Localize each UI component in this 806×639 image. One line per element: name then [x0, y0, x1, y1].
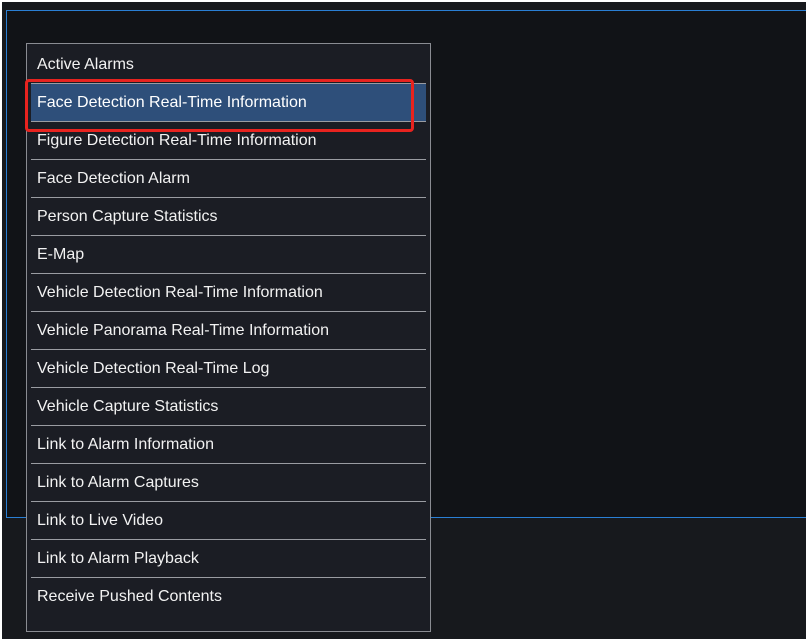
context-menu: Active Alarms Face Detection Real-Time I… — [26, 43, 431, 632]
menu-item-face-detection-real-time-information[interactable]: Face Detection Real-Time Information — [31, 84, 426, 122]
menu-item-figure-detection-real-time-information[interactable]: Figure Detection Real-Time Information — [31, 122, 426, 160]
menu-item-link-to-alarm-playback[interactable]: Link to Alarm Playback — [31, 540, 426, 578]
menu-item-e-map[interactable]: E-Map — [31, 236, 426, 274]
menu-item-vehicle-detection-real-time-log[interactable]: Vehicle Detection Real-Time Log — [31, 350, 426, 388]
menu-item-link-to-alarm-captures[interactable]: Link to Alarm Captures — [31, 464, 426, 502]
menu-item-face-detection-alarm[interactable]: Face Detection Alarm — [31, 160, 426, 198]
menu-item-vehicle-panorama-real-time-information[interactable]: Vehicle Panorama Real-Time Information — [31, 312, 426, 350]
menu-item-link-to-alarm-information[interactable]: Link to Alarm Information — [31, 426, 426, 464]
screen: Active Alarms Face Detection Real-Time I… — [0, 0, 806, 639]
menu-item-receive-pushed-contents[interactable]: Receive Pushed Contents — [31, 578, 426, 616]
menu-item-vehicle-detection-real-time-information[interactable]: Vehicle Detection Real-Time Information — [31, 274, 426, 312]
menu-item-person-capture-statistics[interactable]: Person Capture Statistics — [31, 198, 426, 236]
menu-item-link-to-live-video[interactable]: Link to Live Video — [31, 502, 426, 540]
menu-item-vehicle-capture-statistics[interactable]: Vehicle Capture Statistics — [31, 388, 426, 426]
menu-item-active-alarms[interactable]: Active Alarms — [31, 46, 426, 84]
